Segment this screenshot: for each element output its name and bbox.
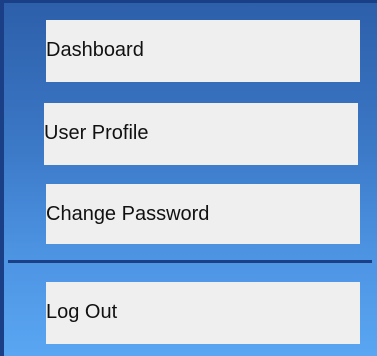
menu-item-label: Change Password xyxy=(46,203,210,225)
menu-item-label: Dashboard xyxy=(46,39,144,61)
menu-item-label: User Profile xyxy=(44,122,149,144)
menu-item-log-out[interactable]: Log Out xyxy=(46,282,360,344)
menu-divider xyxy=(8,260,372,263)
menu-item-user-profile[interactable]: User Profile xyxy=(44,103,358,165)
menu-item-label: Log Out xyxy=(46,301,118,323)
menu-item-dashboard[interactable]: Dashboard xyxy=(46,20,360,82)
menu-item-change-password[interactable]: Change Password xyxy=(46,184,360,244)
sidebar-menu: Dashboard User Profile Change Password L… xyxy=(0,0,377,356)
